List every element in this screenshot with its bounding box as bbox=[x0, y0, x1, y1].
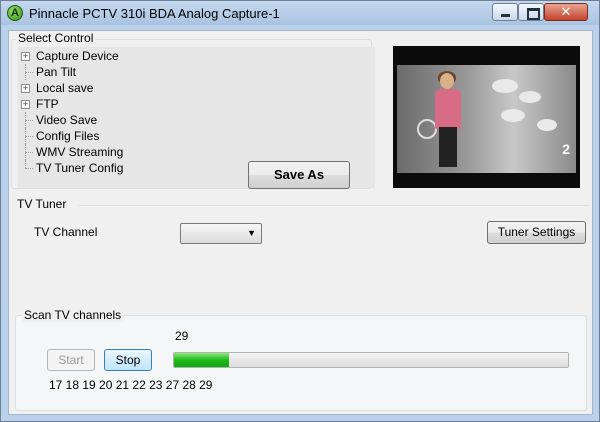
presenter-legs bbox=[439, 127, 457, 167]
tree-line bbox=[25, 168, 33, 169]
client-area: Select Control + Capture Device Pan Tilt… bbox=[8, 30, 593, 415]
weather-cloud-icon bbox=[519, 91, 541, 103]
expand-plus-icon[interactable]: + bbox=[21, 100, 30, 109]
scan-channels-legend: Scan TV channels bbox=[22, 308, 124, 322]
app-window: A Pinnacle PCTV 310i BDA Analog Capture-… bbox=[0, 0, 600, 422]
app-logo-icon: A bbox=[7, 5, 23, 21]
tree-item-label: Video Save bbox=[36, 113, 98, 127]
weather-cloud-icon bbox=[537, 119, 557, 131]
expand-plus-icon[interactable]: + bbox=[21, 84, 30, 93]
tree-item-label: Capture Device bbox=[36, 49, 119, 63]
close-button[interactable]: ✕ bbox=[544, 3, 588, 21]
presenter-body bbox=[435, 89, 461, 129]
start-button[interactable]: Start bbox=[47, 349, 95, 371]
tree-item-label: Pan Tilt bbox=[36, 65, 77, 79]
tree-item-label: WMV Streaming bbox=[36, 145, 124, 159]
clock-icon bbox=[417, 119, 437, 139]
tree-item-label: Config Files bbox=[36, 129, 100, 143]
close-icon: ✕ bbox=[560, 4, 572, 19]
tree-line bbox=[25, 152, 33, 153]
save-as-button[interactable]: Save As bbox=[248, 161, 350, 189]
tree-item-label: FTP bbox=[36, 97, 59, 111]
video-frame: 2 bbox=[397, 65, 576, 173]
weather-cloud-icon bbox=[492, 79, 518, 93]
tv-channel-label: TV Channel bbox=[34, 225, 98, 239]
title-bar[interactable]: A Pinnacle PCTV 310i BDA Analog Capture-… bbox=[1, 1, 599, 25]
presenter-head bbox=[440, 73, 454, 89]
tree-line bbox=[25, 136, 33, 137]
chevron-down-icon: ▼ bbox=[247, 228, 256, 238]
stop-button[interactable]: Stop bbox=[104, 349, 152, 371]
tree-line bbox=[25, 120, 33, 121]
minimize-icon bbox=[501, 14, 510, 17]
tv-tuner-divider bbox=[79, 205, 589, 206]
maximize-icon bbox=[527, 8, 540, 20]
video-preview: 2 bbox=[393, 46, 580, 188]
scan-progress-fill bbox=[174, 353, 230, 367]
tree-item-label: Local save bbox=[36, 81, 94, 95]
tree-item-label: TV Tuner Config bbox=[36, 161, 124, 175]
tuner-settings-button[interactable]: Tuner Settings bbox=[487, 221, 586, 244]
scan-current-channel: 29 bbox=[175, 329, 189, 343]
tv-channel-dropdown[interactable]: ▼ bbox=[180, 223, 262, 244]
tree-line bbox=[25, 72, 33, 73]
found-channels-list: 17 18 19 20 21 22 23 27 28 29 bbox=[49, 378, 213, 392]
channel-logo: 2 bbox=[562, 141, 570, 157]
expand-plus-icon[interactable]: + bbox=[21, 52, 30, 61]
minimize-button[interactable] bbox=[492, 3, 518, 21]
scan-progress-bar bbox=[173, 352, 569, 368]
select-control-legend: Select Control bbox=[16, 31, 96, 45]
window-title: Pinnacle PCTV 310i BDA Analog Capture-1 bbox=[29, 6, 280, 21]
weather-cloud-icon bbox=[501, 109, 525, 122]
tv-tuner-legend: TV Tuner bbox=[17, 197, 67, 211]
tree-line bbox=[25, 160, 26, 168]
maximize-button[interactable] bbox=[518, 3, 544, 21]
